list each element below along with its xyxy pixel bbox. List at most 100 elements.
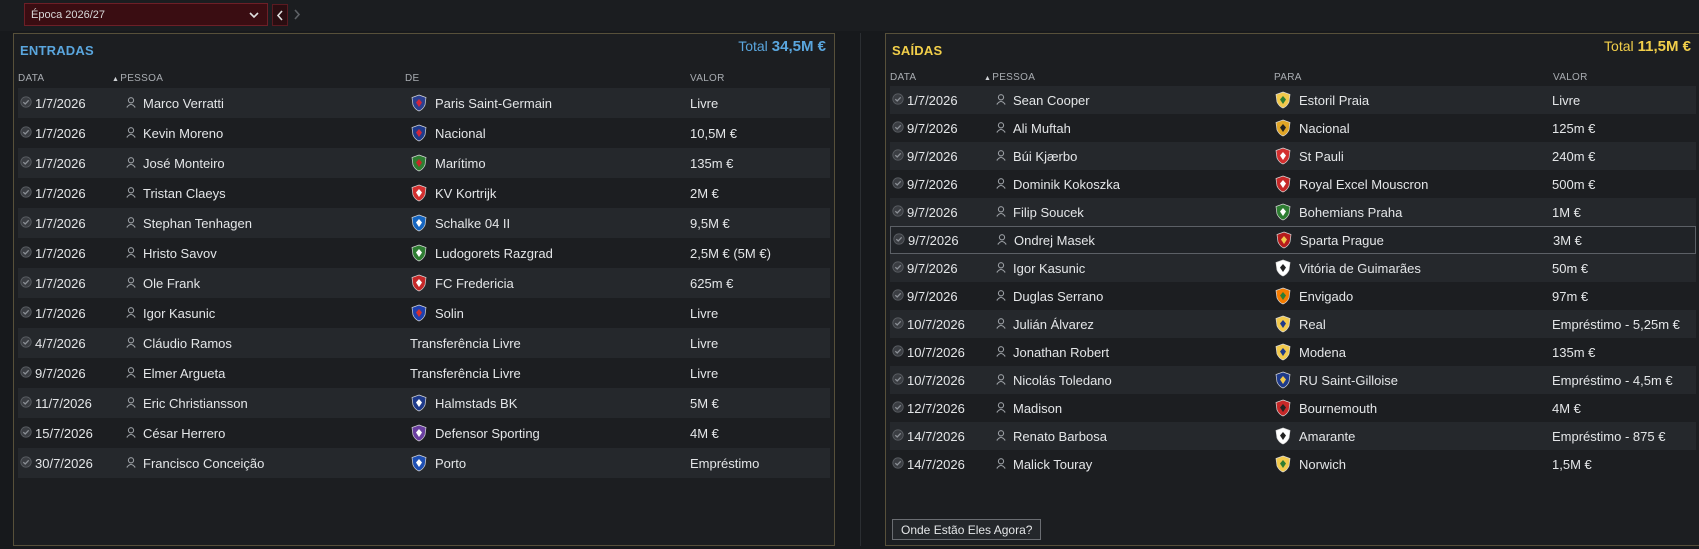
club-name-link[interactable]: Ludogorets Razgrad [435, 246, 553, 261]
player-name-link[interactable]: Malick Touray [1013, 457, 1092, 472]
table-row[interactable]: 1/7/2026 Ole Frank FC Fredericia 625m € [18, 268, 830, 298]
player-name-link[interactable]: Sean Cooper [1013, 93, 1090, 108]
club-name-link[interactable]: Modena [1299, 345, 1346, 360]
club-name-link[interactable]: FC Fredericia [435, 276, 514, 291]
table-row[interactable]: 9/7/2026 Elmer Argueta Transferência Livre… [18, 358, 830, 388]
table-row[interactable]: 9/7/2026 Ali Muftah Nacional 125m € [890, 114, 1696, 142]
player-name-link[interactable]: Filip Soucek [1013, 205, 1084, 220]
player-name-link[interactable]: Renato Barbosa [1013, 429, 1107, 444]
player-name-link[interactable]: Julián Álvarez [1013, 317, 1094, 332]
player-name-link[interactable]: Cláudio Ramos [143, 336, 232, 351]
person-cell: Julián Álvarez [996, 310, 1094, 338]
table-row[interactable]: 9/7/2026 Búi Kjærbo St Pauli 240m € [890, 142, 1696, 170]
person-icon [126, 456, 136, 471]
panel-divider [860, 33, 861, 546]
club-name-link[interactable]: KV Kortrijk [435, 186, 496, 201]
table-row[interactable]: 1/7/2026 Hristo Savov Ludogorets Razgrad 2,… [18, 238, 830, 268]
player-name-link[interactable]: Hristo Savov [143, 246, 217, 261]
player-name-link[interactable]: Búi Kjærbo [1013, 149, 1077, 164]
table-row[interactable]: 9/7/2026 Duglas Serrano Envigado 97m € [890, 282, 1696, 310]
player-name-link[interactable]: Tristan Claeys [143, 186, 226, 201]
table-row[interactable]: 10/7/2026 Nicolás Toledano RU Saint-Gilloi… [890, 366, 1696, 394]
col-header-person[interactable]: ▲PESSOA [112, 73, 163, 87]
table-row[interactable]: 14/7/2026 Renato Barbosa Amarante Empréstim… [890, 422, 1696, 450]
player-name-link[interactable]: Eric Christiansson [143, 396, 248, 411]
player-name-link[interactable]: Elmer Argueta [143, 366, 225, 381]
club-name-link[interactable]: Defensor Sporting [435, 426, 540, 441]
club-name-link[interactable]: St Pauli [1299, 149, 1344, 164]
club-name-link[interactable]: Envigado [1299, 289, 1353, 304]
person-icon [996, 317, 1006, 332]
table-row[interactable]: 14/7/2026 Malick Touray Norwich 1,5M € [890, 450, 1696, 478]
player-name-link[interactable]: Marco Verratti [143, 96, 224, 111]
player-name-link[interactable]: Kevin Moreno [143, 126, 223, 141]
player-name-link[interactable]: Dominik Kokoszka [1013, 177, 1120, 192]
check-icon [20, 185, 32, 201]
table-row[interactable]: 10/7/2026 Julián Álvarez Real Empréstimo - … [890, 310, 1696, 338]
club-name-link[interactable]: Marítimo [435, 156, 486, 171]
player-name-link[interactable]: Igor Kasunic [1013, 261, 1085, 276]
club-name-link[interactable]: RU Saint-Gilloise [1299, 373, 1398, 388]
club-name-link[interactable]: Vitória de Guimarães [1299, 261, 1421, 276]
club-name-link[interactable]: Estoril Praia [1299, 93, 1369, 108]
col-header-person[interactable]: ▲PESSOA [984, 72, 1035, 86]
col-header-from[interactable]: DE [405, 73, 420, 87]
table-row[interactable]: 11/7/2026 Eric Christiansson Halmstads BK 5… [18, 388, 830, 418]
club-name-link[interactable]: Amarante [1299, 429, 1355, 444]
table-row[interactable]: 30/7/2026 Francisco Conceição Porto Emprést… [18, 448, 830, 478]
table-row[interactable]: 9/7/2026 Ondrej Masek Sparta Prague 3M € [890, 226, 1696, 254]
club-cell: Envigado [1274, 282, 1353, 310]
club-name-link[interactable]: Nacional [1299, 121, 1350, 136]
table-row[interactable]: 1/7/2026 Kevin Moreno Nacional 10,5M € [18, 118, 830, 148]
table-row[interactable]: 1/7/2026 Sean Cooper Estoril Praia Livre [890, 86, 1696, 114]
col-header-date[interactable]: DATA [18, 73, 44, 87]
club-name-link[interactable]: Real [1299, 317, 1326, 332]
club-name-link[interactable]: Solin [435, 306, 464, 321]
table-row[interactable]: 12/7/2026 Madison Bournemouth 4M € [890, 394, 1696, 422]
table-row[interactable]: 1/7/2026 Tristan Claeys KV Kortrijk 2M € [18, 178, 830, 208]
previous-season-button[interactable] [272, 4, 288, 26]
sort-ascending-icon: ▲ [112, 76, 120, 83]
player-name-link[interactable]: Madison [1013, 401, 1062, 416]
player-name-link[interactable]: Stephan Tenhagen [143, 216, 252, 231]
player-name-link[interactable]: Ole Frank [143, 276, 200, 291]
club-crest-icon [1274, 147, 1292, 165]
club-name-link[interactable]: Sparta Prague [1300, 233, 1384, 248]
club-name-link[interactable]: Norwich [1299, 457, 1346, 472]
table-row[interactable]: 1/7/2026 Stephan Tenhagen Schalke 04 II 9,5… [18, 208, 830, 238]
table-row[interactable]: 10/7/2026 Jonathan Robert Modena 135m € [890, 338, 1696, 366]
player-name-link[interactable]: Duglas Serrano [1013, 289, 1103, 304]
player-name-link[interactable]: César Herrero [143, 426, 225, 441]
club-name-link[interactable]: Nacional [435, 126, 486, 141]
club-name-link[interactable]: Bournemouth [1299, 401, 1377, 416]
player-name-link[interactable]: Igor Kasunic [143, 306, 215, 321]
club-name-link[interactable]: Paris Saint-Germain [435, 96, 552, 111]
next-season-button[interactable] [290, 4, 306, 26]
col-header-date[interactable]: DATA [890, 72, 916, 86]
club-name-link[interactable]: Bohemians Praha [1299, 205, 1402, 220]
transfer-fee: Empréstimo - 875 € [1552, 428, 1666, 444]
player-name-link[interactable]: Francisco Conceição [143, 456, 264, 471]
player-name-link[interactable]: Jonathan Robert [1013, 345, 1109, 360]
table-row[interactable]: 4/7/2026 Cláudio Ramos Transferência Livre… [18, 328, 830, 358]
table-row[interactable]: 9/7/2026 Igor Kasunic Vitória de Guimarães… [890, 254, 1696, 282]
table-row[interactable]: 9/7/2026 Filip Soucek Bohemians Praha 1M € [890, 198, 1696, 226]
club-name-link[interactable]: Schalke 04 II [435, 216, 510, 231]
table-row[interactable]: 9/7/2026 Dominik Kokoszka Royal Excel Mous… [890, 170, 1696, 198]
col-header-to[interactable]: PARA [1274, 72, 1302, 86]
club-name-link[interactable]: Royal Excel Mouscron [1299, 177, 1428, 192]
table-row[interactable]: 1/7/2026 Igor Kasunic Solin Livre [18, 298, 830, 328]
col-header-value[interactable]: VALOR [690, 73, 725, 87]
season-dropdown[interactable]: Época 2026/27 [24, 3, 268, 26]
player-name-link[interactable]: Nicolás Toledano [1013, 373, 1112, 388]
player-name-link[interactable]: Ali Muftah [1013, 121, 1071, 136]
table-row[interactable]: 15/7/2026 César Herrero Defensor Sporting 4… [18, 418, 830, 448]
club-name-link[interactable]: Halmstads BK [435, 396, 517, 411]
where-are-they-now-button[interactable]: Onde Estão Eles Agora? [892, 519, 1042, 540]
col-header-value[interactable]: VALOR [1553, 72, 1588, 86]
club-name-link[interactable]: Porto [435, 456, 466, 471]
table-row[interactable]: 1/7/2026 Marco Verratti Paris Saint-Germai… [18, 88, 830, 118]
player-name-link[interactable]: José Monteiro [143, 156, 225, 171]
table-row[interactable]: 1/7/2026 José Monteiro Marítimo 135m € [18, 148, 830, 178]
player-name-link[interactable]: Ondrej Masek [1014, 233, 1095, 248]
